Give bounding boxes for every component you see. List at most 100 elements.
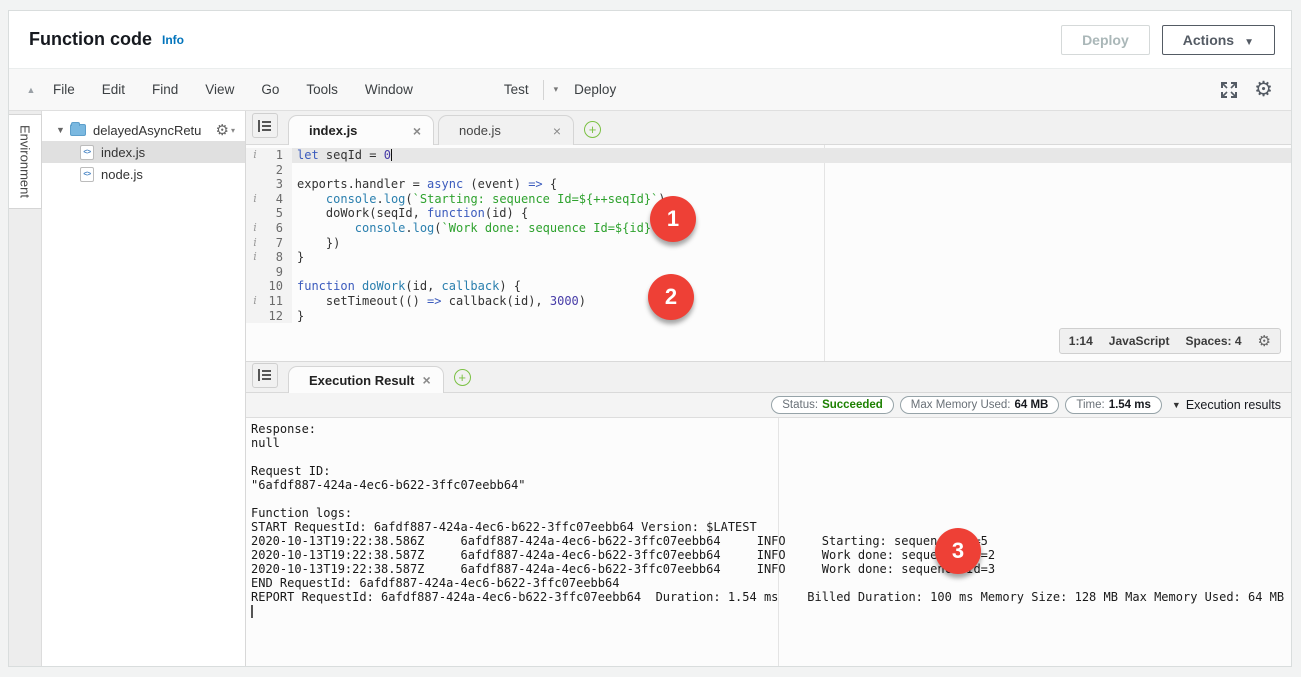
tab-nodejs[interactable]: node.js × [438, 115, 574, 145]
code-row: 2 [246, 163, 1291, 178]
info-annotation-icon[interactable]: i [246, 221, 264, 236]
line-number: 7 [264, 236, 292, 251]
collapse-pane-icon[interactable]: ▲ [9, 85, 53, 95]
close-tab-icon[interactable]: × [413, 123, 421, 139]
info-annotation-icon[interactable]: i [246, 250, 264, 265]
code-line[interactable]: console.log(`Work done: sequence Id=${id… [292, 221, 1291, 236]
line-number: 12 [264, 309, 292, 324]
code-line[interactable]: let seqId = 0 [292, 148, 1291, 163]
gutter-spacer [246, 279, 264, 294]
environment-tab[interactable]: Environment [9, 114, 42, 209]
info-annotation-icon[interactable]: i [246, 236, 264, 251]
menubar: ▲ File Edit Find View Go Tools Window Te… [9, 68, 1291, 111]
code-line[interactable] [292, 265, 1291, 280]
info-annotation-icon[interactable]: i [246, 148, 264, 163]
execution-log[interactable]: Response:null Request ID:"6afdf887-424a-… [246, 418, 1291, 666]
status-badge: Status: Succeeded [771, 396, 894, 414]
menu-window[interactable]: Window [365, 82, 413, 97]
code-line[interactable]: } [292, 309, 1291, 324]
log-line: null [251, 436, 1291, 450]
lambda-function-code-page: Function code Info Deploy Actions▼ ▲ Fil… [0, 0, 1301, 677]
execution-results-toggle[interactable]: ▼ Execution results [1172, 398, 1281, 412]
new-tab-icon[interactable]: + [454, 369, 471, 386]
editor-column: index.js × node.js × + i1let seqId = 023… [246, 111, 1291, 666]
code-line[interactable]: console.log(`Starting: sequence Id=${++s… [292, 192, 1291, 207]
menu-tools[interactable]: Tools [306, 82, 338, 97]
code-line[interactable] [292, 163, 1291, 178]
log-line: REPORT RequestId: 6afdf887-424a-4ec6-b62… [251, 590, 1291, 604]
line-number: 6 [264, 221, 292, 236]
settings-gear-icon[interactable]: ⚙ [1254, 79, 1273, 100]
tab-list-icon[interactable] [252, 363, 278, 388]
menu-edit[interactable]: Edit [102, 82, 125, 97]
tree-folder-row[interactable]: ▼ delayedAsyncReturn ⚙ ▾ [42, 119, 245, 141]
tab-indexjs[interactable]: index.js × [288, 115, 434, 145]
folder-name: delayedAsyncReturn [93, 123, 201, 138]
close-tab-icon[interactable]: × [553, 123, 561, 139]
deploy-button[interactable]: Deploy [1061, 25, 1150, 55]
line-number: 8 [264, 250, 292, 265]
code-line[interactable]: setTimeout(() => callback(id), 3000) [292, 294, 1291, 309]
code-editor[interactable]: i1let seqId = 023exports.handler = async… [246, 145, 1291, 362]
tree-file-indexjs[interactable]: <> index.js [42, 141, 245, 163]
code-line[interactable]: } [292, 250, 1291, 265]
js-file-icon: <> [80, 145, 94, 160]
log-line: 2020-10-13T19:22:38.586Z 6afdf887-424a-4… [251, 534, 1291, 548]
tab-label: index.js [309, 123, 357, 138]
memory-badge: Max Memory Used: 64 MB [900, 396, 1060, 414]
log-line: Response: [251, 422, 1291, 436]
time-badge: Time: 1.54 ms [1065, 396, 1162, 414]
fullscreen-icon[interactable] [1220, 81, 1238, 99]
menu-file[interactable]: File [53, 82, 75, 97]
gutter-spacer [246, 177, 264, 192]
log-line: 2020-10-13T19:22:38.587Z 6afdf887-424a-4… [251, 562, 1291, 576]
new-tab-icon[interactable]: + [584, 121, 601, 138]
left-dock-strip: Environment [9, 111, 42, 666]
editor-settings-gear-icon[interactable]: ⚙ [1258, 332, 1271, 350]
menu-view[interactable]: View [205, 82, 234, 97]
log-line: Function logs: [251, 506, 1291, 520]
menu-go[interactable]: Go [261, 82, 279, 97]
line-number: 10 [264, 279, 292, 294]
file-name: node.js [101, 167, 143, 182]
folder-disclosure-icon[interactable]: ▼ [56, 125, 70, 135]
code-row: i7 }) [246, 236, 1291, 251]
gutter-spacer [246, 163, 264, 178]
code-line[interactable]: exports.handler = async (event) => { [292, 177, 1291, 192]
test-dropdown-icon[interactable]: ▾ [554, 84, 559, 95]
gutter-spacer [246, 206, 264, 221]
header: Function code Info Deploy Actions▼ [9, 11, 1291, 68]
line-number: 4 [264, 192, 292, 207]
menu-find[interactable]: Find [152, 82, 178, 97]
code-row: i1let seqId = 0 [246, 148, 1291, 163]
code-line[interactable]: }) [292, 236, 1291, 251]
actions-button[interactable]: Actions▼ [1162, 25, 1275, 55]
execution-badge-row: Status: Succeeded Max Memory Used: 64 MB… [246, 393, 1291, 418]
annotation-circle-3: 3 [935, 528, 981, 574]
tab-label: Execution Result [309, 373, 414, 388]
editor-status-bar: 1:14 JavaScript Spaces: 4 ⚙ [1059, 328, 1281, 354]
folder-actions-button[interactable]: ⚙ ▾ [216, 121, 245, 139]
function-code-card: Function code Info Deploy Actions▼ ▲ Fil… [8, 10, 1292, 667]
info-annotation-icon[interactable]: i [246, 192, 264, 207]
code-line[interactable]: doWork(seqId, function(id) { [292, 206, 1291, 221]
close-tab-icon[interactable]: × [422, 372, 430, 388]
menu-test[interactable]: Test [504, 82, 529, 97]
tree-file-nodejs[interactable]: <> node.js [42, 163, 245, 185]
code-row: i6 console.log(`Work done: sequence Id=$… [246, 221, 1291, 236]
code-line[interactable]: function doWork(id, callback) { [292, 279, 1291, 294]
info-annotation-icon[interactable]: i [246, 294, 264, 309]
menu-deploy[interactable]: Deploy [574, 82, 616, 97]
code-row: 10function doWork(id, callback) { [246, 279, 1291, 294]
chevron-down-icon: ▾ [231, 126, 235, 135]
tab-execution-result[interactable]: Execution Result × [288, 366, 444, 393]
code-row: 12} [246, 309, 1291, 324]
cursor-position[interactable]: 1:14 [1069, 334, 1093, 348]
log-line: "6afdf887-424a-4ec6-b622-3ffc07eebb64" [251, 478, 1291, 492]
indentation-setting[interactable]: Spaces: 4 [1186, 334, 1242, 348]
info-link[interactable]: Info [162, 33, 184, 47]
js-file-icon: <> [80, 167, 94, 182]
environment-tab-label: Environment [18, 125, 33, 198]
language-mode[interactable]: JavaScript [1109, 334, 1170, 348]
tab-list-icon[interactable] [252, 113, 278, 138]
